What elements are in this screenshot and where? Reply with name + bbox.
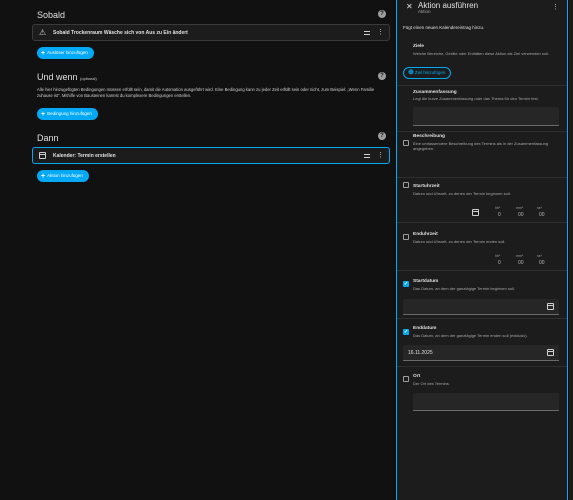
end-second-unit: ss* <box>537 254 542 258</box>
close-icon[interactable]: ✕ <box>406 2 413 11</box>
summary-label: Zusammenfassung <box>413 90 457 95</box>
description-checkbox[interactable] <box>403 140 409 146</box>
description-label: Beschreibung <box>413 134 445 139</box>
action-card[interactable]: Kalender: Termin erstellen ⋮ <box>32 147 390 164</box>
end-date-label: Enddatum <box>413 326 437 331</box>
add-condition-label: Bedingung hinzufügen <box>47 111 92 116</box>
start-time-label: Startuhrzeit <box>413 184 440 189</box>
alert-triangle-icon: ⚠ <box>39 28 47 37</box>
start-date-group: ✓ Startdatum Das Datum, an dem der ganzt… <box>397 270 567 318</box>
add-action-button[interactable]: + Aktion hinzufügen <box>37 170 89 182</box>
end-time-label: Enduhrzeit <box>413 232 438 237</box>
summary-input[interactable] <box>413 107 559 126</box>
start-second-unit: ss* <box>537 206 542 210</box>
location-label: Ort <box>413 374 421 379</box>
location-description: Der Ort des Termins. <box>413 381 450 386</box>
end-second-input[interactable]: 00 <box>539 260 545 266</box>
plus-icon: + <box>41 172 46 180</box>
plus-icon: + <box>41 110 46 118</box>
start-date-label: Startdatum <box>413 279 439 284</box>
location-group: Ort Der Ort des Termins. <box>397 366 567 411</box>
trigger-card-label: Sobald Trockenraum Wäsche sich von Aus z… <box>53 30 188 36</box>
end-date-group: ✓ Enddatum Das Datum, an dem der ganztäg… <box>397 318 567 366</box>
start-hour-unit: hh* <box>495 206 501 210</box>
start-minute-input[interactable]: 00 <box>518 212 524 218</box>
end-date-description: Das Datum, an dem der ganztägige Termin … <box>413 333 528 338</box>
start-date-checkbox[interactable]: ✓ <box>403 281 409 287</box>
kebab-menu-icon[interactable]: ⋮ <box>552 3 559 11</box>
end-minute-input[interactable]: 00 <box>518 260 524 266</box>
end-date-input[interactable]: 16.11.2025 <box>403 345 559 361</box>
end-time-checkbox[interactable] <box>403 234 409 240</box>
calendar-icon[interactable] <box>547 303 554 310</box>
start-date-description: Das Datum, an dem der ganztägige Termin … <box>413 286 515 291</box>
start-time-description: Datum und Uhrzeit, zu denen der Termin b… <box>413 191 511 196</box>
end-date-checkbox[interactable]: ✓ <box>403 329 409 335</box>
calendar-icon <box>39 152 46 159</box>
add-trigger-button[interactable]: + Auslöser hinzufügen <box>37 47 94 59</box>
end-minute-unit: mm* <box>516 254 524 258</box>
start-minute-unit: mm* <box>516 206 524 210</box>
start-hour-input[interactable]: 0 <box>498 212 501 218</box>
scrollbar[interactable] <box>569 0 573 500</box>
target-description: Welche Bereiche, Geräte oder Entitäten d… <box>413 51 549 56</box>
calendar-icon[interactable] <box>472 209 479 216</box>
action-card-label: Kalender: Termin erstellen <box>53 153 116 159</box>
action-section-title: Dann <box>37 133 59 143</box>
location-input[interactable] <box>413 393 559 411</box>
automation-editor: Sobald ? ⚠ Sobald Trockenraum Wäsche sic… <box>0 0 396 500</box>
panel-description: Fügt einen neuen Kalendereintrag hinzu. <box>403 25 485 30</box>
end-hour-unit: hh* <box>495 254 501 258</box>
target-plus-icon: ⊕ <box>408 69 414 76</box>
condition-section-title: Und wenn (optional) <box>37 72 97 82</box>
end-time-description: Datum und Uhrzeit, zu denen der Termin e… <box>413 239 506 244</box>
calendar-icon[interactable] <box>547 349 554 356</box>
start-time-checkbox[interactable] <box>403 182 409 188</box>
kebab-menu-icon[interactable]: ⋮ <box>377 152 384 159</box>
panel-subtitle: Aktion <box>418 9 431 14</box>
target-label: Ziele <box>413 44 424 49</box>
add-action-label: Aktion hinzufügen <box>47 173 83 178</box>
start-date-input[interactable] <box>403 299 559 315</box>
start-time-group: Startuhrzeit Datum und Uhrzeit, zu denen… <box>397 177 567 222</box>
add-target-button[interactable]: ⊕Ziel hinzufügen <box>403 67 452 79</box>
location-checkbox[interactable] <box>403 376 409 382</box>
add-trigger-label: Auslöser hinzufügen <box>47 50 88 55</box>
plus-icon: + <box>41 49 46 57</box>
condition-optional-text: (optional) <box>80 76 97 81</box>
end-hour-input[interactable]: 0 <box>498 260 501 266</box>
trigger-section-title: Sobald <box>37 10 66 20</box>
summary-group: Zusammenfassung Legt die kurze Zusammenf… <box>397 85 567 131</box>
drag-handle-icon[interactable] <box>364 154 370 158</box>
description-description: Eine umfassendere Beschreibung des Termi… <box>413 141 549 151</box>
panel-header: ✕ Aktion ausführen Aktion ⋮ <box>397 0 567 15</box>
help-icon[interactable]: ? <box>378 132 386 140</box>
end-date-value: 16.11.2025 <box>408 350 433 356</box>
kebab-menu-icon[interactable]: ⋮ <box>377 29 384 36</box>
description-group: Beschreibung Eine umfassendere Beschreib… <box>397 131 567 177</box>
action-detail-panel: ✕ Aktion ausführen Aktion ⋮ Fügt einen n… <box>396 0 568 500</box>
target-group: Ziele Welche Bereiche, Geräte oder Entit… <box>397 38 567 85</box>
add-target-label: Ziel hinzufügen <box>414 70 446 75</box>
add-condition-button[interactable]: + Bedingung hinzufügen <box>37 108 98 120</box>
trigger-card[interactable]: ⚠ Sobald Trockenraum Wäsche sich von Aus… <box>32 24 390 41</box>
end-time-group: Enduhrzeit Datum und Uhrzeit, zu denen d… <box>397 222 567 270</box>
condition-description: Alle hier hinzugefügten Bedingungen müss… <box>37 87 375 98</box>
drag-handle-icon[interactable] <box>364 31 370 35</box>
help-icon[interactable]: ? <box>378 72 386 80</box>
condition-title-text: Und wenn <box>37 72 78 82</box>
start-second-input[interactable]: 00 <box>539 212 545 218</box>
help-icon[interactable]: ? <box>378 10 386 18</box>
summary-description: Legt die kurze Zusammenfassung oder das … <box>413 96 539 101</box>
